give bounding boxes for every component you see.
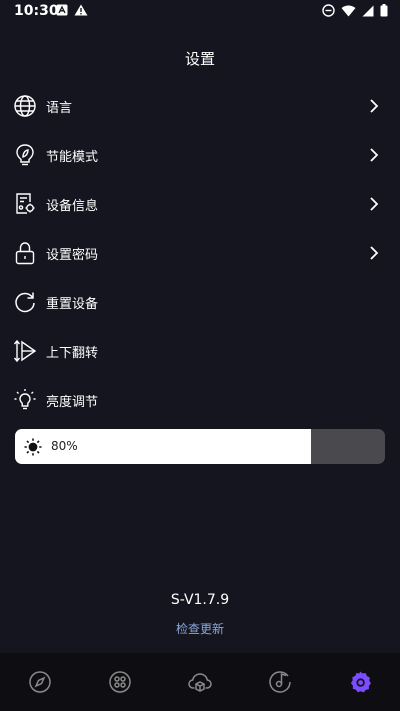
menu-item-energy-saving[interactable]: 节能模式 [0, 131, 400, 180]
compass-icon[interactable] [28, 670, 52, 694]
cloud-box-icon[interactable] [188, 670, 212, 694]
menu-label-device-info: 设备信息 [46, 199, 99, 214]
menu-item-set-password[interactable]: 设置密码 [0, 229, 400, 278]
status-bar: 10:30 [0, 0, 400, 24]
chevron-right-icon [370, 99, 379, 113]
menu-label-flip: 上下翻转 [46, 346, 99, 361]
settings-gear-icon[interactable] [348, 670, 372, 694]
menu-item-reset-device[interactable]: 重置设备 [0, 278, 400, 327]
lock-icon [15, 242, 35, 265]
refresh-icon [15, 292, 35, 313]
menu-item-flip[interactable]: 上下翻转 [0, 327, 400, 376]
music-disc-icon[interactable] [268, 670, 292, 694]
status-time: 10:30 [14, 3, 59, 19]
check-update-link[interactable]: 检查更新 [0, 620, 400, 637]
globe-icon [14, 95, 36, 117]
page-title: 设置 [184, 50, 215, 68]
menu-item-brightness: 亮度调节 [0, 376, 400, 425]
flip-icon [13, 339, 37, 363]
menu-label-set-password: 设置密码 [46, 248, 99, 263]
device-info-icon [16, 193, 35, 214]
chevron-right-icon [370, 197, 379, 211]
bottom-nav [0, 653, 400, 711]
grid-icon[interactable] [108, 670, 132, 694]
wifi-icon [341, 5, 356, 16]
brightness-slider[interactable]: 80% [15, 429, 385, 464]
menu-item-device-info[interactable]: 设备信息 [0, 180, 400, 229]
do-not-disturb-icon [322, 4, 335, 17]
chevron-right-icon [370, 246, 379, 260]
menu-label-brightness: 亮度调节 [46, 395, 99, 410]
menu-label-energy-saving: 节能模式 [46, 150, 99, 165]
app-notification-icon [56, 4, 68, 16]
settings-menu: 语言 节能模式 设备信息 设置密码 重置设备 上下翻转 亮度调节 [0, 82, 400, 425]
battery-icon [380, 4, 388, 17]
menu-label-language: 语言 [46, 101, 73, 116]
sun-icon [24, 438, 42, 456]
lightbulb-leaf-icon [16, 144, 34, 166]
menu-label-reset-device: 重置设备 [46, 297, 99, 312]
version-text: S-V1.7.9 [170, 592, 230, 608]
bulb-icon [14, 389, 36, 410]
chevron-right-icon [370, 148, 379, 162]
warning-icon [74, 4, 88, 16]
brightness-value: 80% [51, 439, 78, 453]
signal-icon [362, 5, 374, 16]
menu-item-language[interactable]: 语言 [0, 82, 400, 131]
